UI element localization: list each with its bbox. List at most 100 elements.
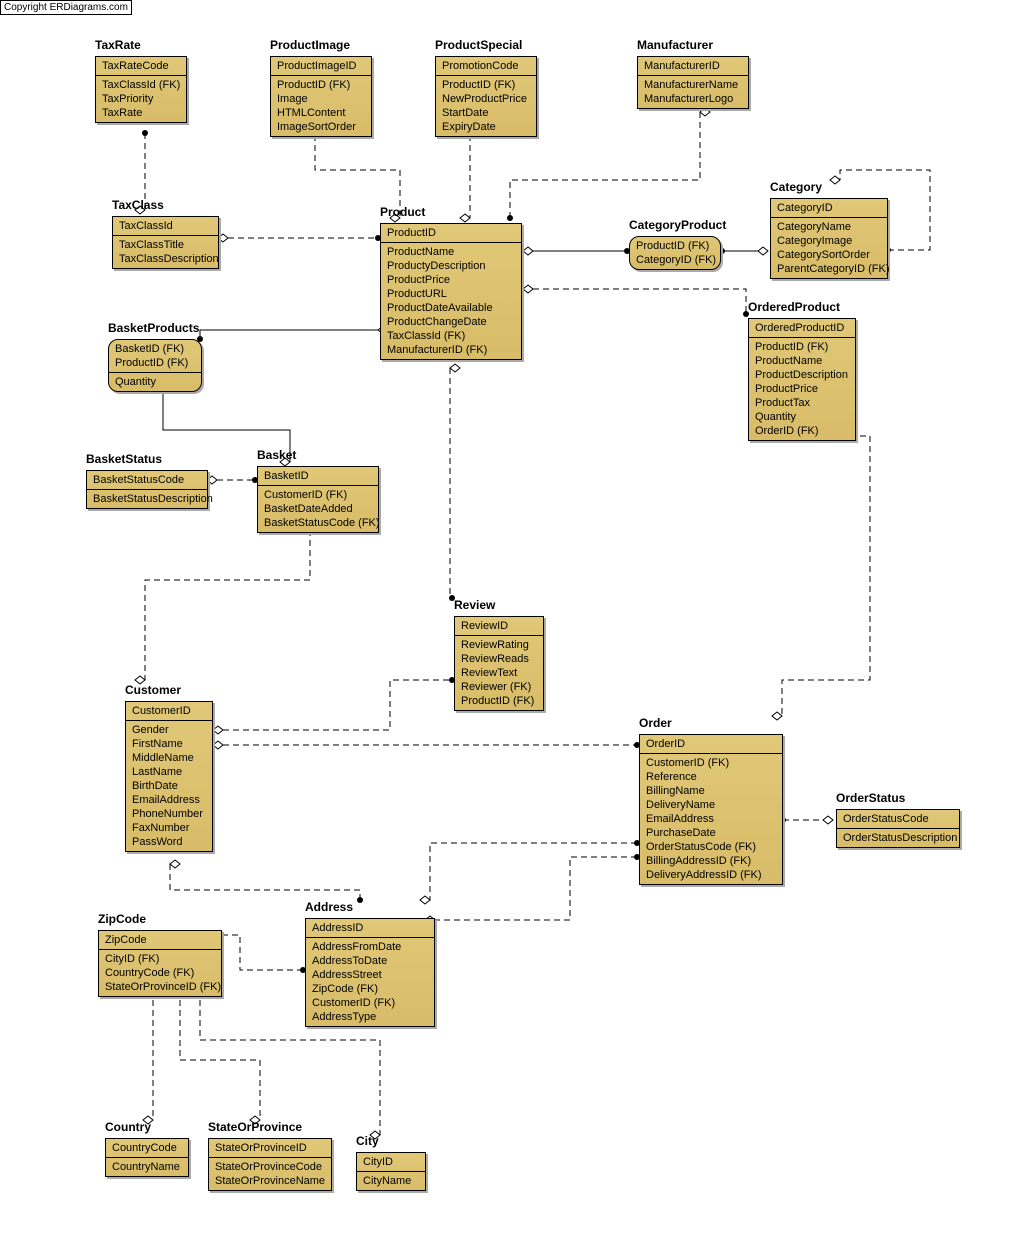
- pk-field: OrderID: [646, 737, 776, 751]
- entity-title-zipcode: ZipCode: [98, 912, 146, 926]
- attr-field: StateOrProvinceName: [215, 1174, 325, 1188]
- attr-field: ProductID (FK): [277, 78, 365, 92]
- attr-field: ProductDateAvailable: [387, 301, 515, 315]
- entity-zipcode: ZipCode CityID (FK) CountryCode (FK) Sta…: [98, 930, 222, 997]
- entity-orderedproduct: OrderedProductID ProductID (FK) ProductN…: [748, 318, 856, 441]
- entity-basket: BasketID CustomerID (FK) BasketDateAdded…: [257, 466, 379, 533]
- attr-field: PurchaseDate: [646, 826, 776, 840]
- pk-field: ProductImageID: [277, 59, 365, 73]
- entity-title-stateorprovince: StateOrProvince: [208, 1120, 302, 1134]
- attr-field: AddressStreet: [312, 968, 428, 982]
- pk-field: CityID: [363, 1155, 419, 1169]
- attr-field: AddressToDate: [312, 954, 428, 968]
- attr-field: ProductName: [755, 354, 849, 368]
- entity-category: CategoryID CategoryName CategoryImage Ca…: [770, 198, 888, 279]
- pk-field: TaxClassId: [119, 219, 212, 233]
- attr-field: ReviewReads: [461, 652, 537, 666]
- attr-field: OrderStatusDescription: [843, 831, 953, 845]
- attr-field: ManufacturerName: [644, 78, 742, 92]
- attr-field: AddressFromDate: [312, 940, 428, 954]
- attr-field: ProductPrice: [755, 382, 849, 396]
- entity-city: CityID CityName: [356, 1152, 426, 1191]
- entity-title-basketproducts: BasketProducts: [108, 321, 199, 335]
- entity-title-country: Country: [105, 1120, 151, 1134]
- attr-field: CustomerID (FK): [312, 996, 428, 1010]
- entity-title-productimage: ProductImage: [270, 38, 350, 52]
- pk-field: OrderedProductID: [755, 321, 849, 335]
- entity-title-order: Order: [639, 716, 672, 730]
- entity-order: OrderID CustomerID (FK) Reference Billin…: [639, 734, 783, 885]
- attr-field: EmailAddress: [132, 793, 206, 807]
- entity-product: ProductID ProductName ProductyDescriptio…: [380, 223, 522, 360]
- attr-field: OrderStatusCode (FK): [646, 840, 776, 854]
- attr-field: LastName: [132, 765, 206, 779]
- entity-title-basket: Basket: [257, 448, 296, 462]
- entity-taxrate: TaxRateCode TaxClassId (FK) TaxPriority …: [95, 56, 187, 123]
- attr-field: StateOrProvinceCode: [215, 1160, 325, 1174]
- attr-field: StateOrProvinceID (FK): [105, 980, 215, 994]
- attr-field: CategorySortOrder: [777, 248, 881, 262]
- attr-field: ImageSortOrder: [277, 120, 365, 134]
- attr-field: BillingAddressID (FK): [646, 854, 776, 868]
- entity-address: AddressID AddressFromDate AddressToDate …: [305, 918, 435, 1027]
- attr-field: ReviewRating: [461, 638, 537, 652]
- attr-field: TaxClassId (FK): [387, 329, 515, 343]
- entity-productspecial: PromotionCode ProductID (FK) NewProductP…: [435, 56, 537, 137]
- entity-title-basketstatus: BasketStatus: [86, 452, 162, 466]
- entity-title-orderstatus: OrderStatus: [836, 791, 905, 805]
- attr-field: TaxPriority: [102, 92, 180, 106]
- attr-field: CountryCode (FK): [105, 966, 215, 980]
- attr-field: BasketStatusDescription: [93, 492, 201, 506]
- attr-field: Reviewer (FK): [461, 680, 537, 694]
- pk-field: BasketID (FK): [115, 342, 195, 356]
- copyright-label: Copyright ERDiagrams.com: [0, 0, 132, 15]
- entity-title-category: Category: [770, 180, 822, 194]
- attr-field: BirthDate: [132, 779, 206, 793]
- entity-taxclass: TaxClassId TaxClassTitle TaxClassDescrip…: [112, 216, 219, 269]
- attr-field: TaxRate: [102, 106, 180, 120]
- attr-field: NewProductPrice: [442, 92, 530, 106]
- attr-field: EmailAddress: [646, 812, 776, 826]
- entity-basketstatus: BasketStatusCode BasketStatusDescription: [86, 470, 208, 509]
- attr-field: PhoneNumber: [132, 807, 206, 821]
- attr-field: ProductChangeDate: [387, 315, 515, 329]
- entity-title-taxrate: TaxRate: [95, 38, 141, 52]
- pk-field: ReviewID: [461, 619, 537, 633]
- attr-field: ManufacturerLogo: [644, 92, 742, 106]
- entity-manufacturer: ManufacturerID ManufacturerName Manufact…: [637, 56, 749, 109]
- entity-title-orderedproduct: OrderedProduct: [748, 300, 840, 314]
- attr-field: DeliveryName: [646, 798, 776, 812]
- attr-field: ProductID (FK): [442, 78, 530, 92]
- attr-field: Quantity: [115, 375, 195, 389]
- pk-field: BasketID: [264, 469, 372, 483]
- entity-review: ReviewID ReviewRating ReviewReads Review…: [454, 616, 544, 711]
- attr-field: FirstName: [132, 737, 206, 751]
- attr-field: FaxNumber: [132, 821, 206, 835]
- pk-field: ManufacturerID: [644, 59, 742, 73]
- attr-field: CategoryImage: [777, 234, 881, 248]
- attr-field: CategoryName: [777, 220, 881, 234]
- pk-field: CategoryID: [777, 201, 881, 215]
- attr-field: Quantity: [755, 410, 849, 424]
- attr-field: OrderID (FK): [755, 424, 849, 438]
- entity-title-product: Product: [380, 205, 425, 219]
- pk-field: ZipCode: [105, 933, 215, 947]
- pk-field: BasketStatusCode: [93, 473, 201, 487]
- attr-field: ProductID (FK): [755, 340, 849, 354]
- attr-field: Image: [277, 92, 365, 106]
- pk-field: ProductID (FK): [115, 356, 195, 370]
- pk-field: PromotionCode: [442, 59, 530, 73]
- attr-field: CityName: [363, 1174, 419, 1188]
- attr-field: CityID (FK): [105, 952, 215, 966]
- entity-title-productspecial: ProductSpecial: [435, 38, 522, 52]
- entity-country: CountryCode CountryName: [105, 1138, 189, 1177]
- attr-field: Reference: [646, 770, 776, 784]
- attr-field: DeliveryAddressID (FK): [646, 868, 776, 882]
- entity-stateorprovince: StateOrProvinceID StateOrProvinceCode St…: [208, 1138, 332, 1191]
- pk-field: StateOrProvinceID: [215, 1141, 325, 1155]
- attr-field: Gender: [132, 723, 206, 737]
- entity-title-taxclass: TaxClass: [112, 198, 164, 212]
- entity-title-address: Address: [305, 900, 353, 914]
- pk-field: CountryCode: [112, 1141, 182, 1155]
- attr-field: CountryName: [112, 1160, 182, 1174]
